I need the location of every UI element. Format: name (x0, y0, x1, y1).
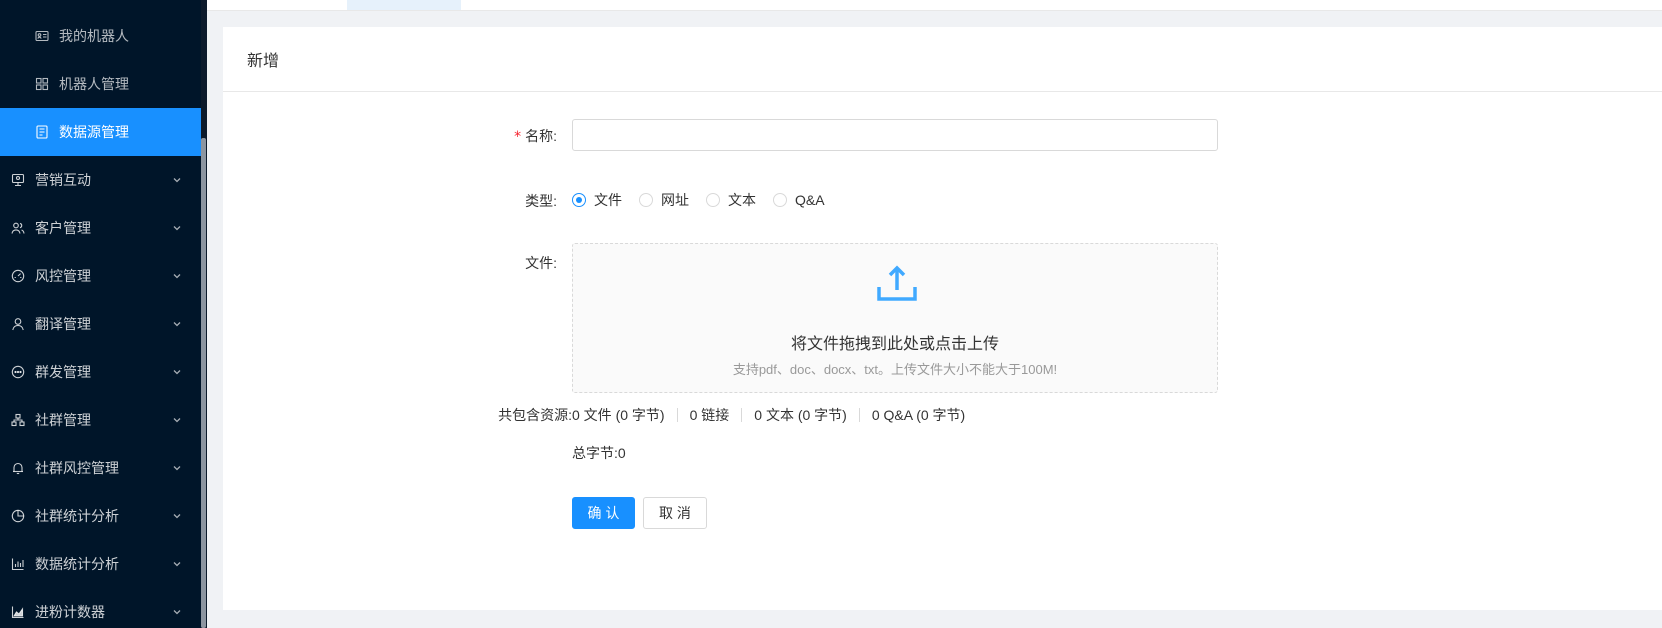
sidebar-scrollbar-thumb[interactable] (201, 138, 206, 628)
sidebar-item-label: 进粉计数器 (35, 604, 105, 620)
resource-texts: 0 文本 (0 字节) (754, 407, 847, 423)
sidebar-item-label: 我的机器人 (59, 28, 129, 44)
sidebar-item-community-risk[interactable]: 社群风控管理 (0, 444, 201, 492)
name-label-text: 名称: (525, 128, 557, 144)
sidebar-item-datasource-manage[interactable]: 数据源管理 (0, 108, 201, 156)
bell-icon (11, 461, 25, 475)
radio-circle[interactable] (706, 193, 720, 207)
user-icon (11, 317, 25, 331)
type-radio-text[interactable]: 文本 (706, 190, 756, 210)
sidebar-item-customer[interactable]: 客户管理 (0, 204, 201, 252)
type-label: 类型: (525, 193, 557, 209)
chevron-down-icon (172, 463, 182, 473)
sidebar-item-label: 翻译管理 (35, 316, 91, 332)
id-card-icon (35, 29, 49, 43)
chevron-down-icon (172, 319, 182, 329)
grid-icon (35, 77, 49, 91)
radio-label: 网址 (661, 192, 689, 208)
area-chart-icon (11, 605, 25, 619)
sidebar-item-label: 群发管理 (35, 364, 91, 380)
top-tab-bar (207, 0, 1662, 11)
resource-files: 0 文件 (0 字节) (572, 407, 665, 423)
chevron-down-icon (172, 175, 182, 185)
file-label: 文件: (525, 255, 557, 271)
sidebar-item-translation[interactable]: 翻译管理 (0, 300, 201, 348)
dashboard-icon (11, 269, 25, 283)
upload-icon (877, 265, 917, 301)
document-list-icon (35, 125, 49, 139)
confirm-button[interactable]: 确 认 (572, 497, 635, 529)
upload-text: 将文件拖拽到此处或点击上传 (790, 336, 999, 353)
bar-chart-icon (11, 557, 25, 571)
sidebar: 我的机器人 机器人管理 数据源管理 营销互动 客户管理 风控管理 翻译管理 群发… (0, 0, 201, 628)
type-radio-qa[interactable]: Q&A (773, 192, 825, 208)
sidebar-item-label: 社群风控管理 (35, 460, 119, 476)
sidebar-item-robot-manage[interactable]: 机器人管理 (0, 60, 201, 108)
sidebar-item-label: 数据统计分析 (35, 556, 119, 572)
sidebar-item-fan-counter[interactable]: 进粉计数器 (0, 588, 201, 628)
sidebar-item-risk-control[interactable]: 风控管理 (0, 252, 201, 300)
resource-qa: 0 Q&A (0 字节) (871, 407, 966, 423)
chevron-down-icon (172, 271, 182, 281)
chevron-down-icon (172, 415, 182, 425)
sidebar-item-label: 社群管理 (35, 412, 91, 428)
card-title: 新增 (247, 53, 280, 70)
resources-label: 共包含资源: (498, 407, 572, 423)
chat-bubble-icon (11, 365, 25, 379)
sidebar-item-label: 营销互动 (35, 172, 91, 188)
radio-label: 文本 (728, 192, 756, 208)
divider (858, 408, 860, 422)
radio-circle[interactable] (572, 193, 586, 207)
sidebar-item-label: 数据源管理 (59, 124, 129, 140)
chevron-down-icon (172, 511, 182, 521)
name-input[interactable] (572, 119, 1218, 151)
radio-label: Q&A (795, 192, 825, 208)
sidebar-item-my-robot[interactable]: 我的机器人 (0, 12, 201, 60)
divider (741, 408, 743, 422)
cancel-button[interactable]: 取 消 (643, 497, 707, 529)
card-header: 新增 (223, 27, 1662, 92)
sidebar-item-mass-send[interactable]: 群发管理 (0, 348, 201, 396)
chevron-down-icon (172, 559, 182, 569)
radio-circle[interactable] (639, 193, 653, 207)
sidebar-item-marketing[interactable]: 营销互动 (0, 156, 201, 204)
users-icon (11, 221, 25, 235)
monitor-icon (11, 173, 25, 187)
cluster-icon (11, 413, 25, 427)
total-bytes: 总字节:0 (572, 445, 626, 461)
chevron-down-icon (172, 223, 182, 233)
form-card: 新增 * 名称: 类型: 文件 网址 文本 Q&A 文件: 将文件拖拽到此处或点… (223, 27, 1662, 610)
sidebar-item-label: 风控管理 (35, 268, 91, 284)
sidebar-item-label: 客户管理 (35, 220, 91, 236)
sidebar-item-label: 社群统计分析 (35, 508, 119, 524)
active-tab[interactable] (347, 0, 461, 10)
required-mark: * (514, 129, 522, 145)
resource-links: 0 链接 (689, 407, 730, 423)
name-label: * 名称: (514, 126, 557, 146)
chevron-down-icon (172, 607, 182, 617)
upload-hint: 支持pdf、doc、docx、txt。上传文件大小不能大于100M! (732, 362, 1058, 377)
divider (676, 408, 678, 422)
radio-circle[interactable] (773, 193, 787, 207)
radio-label: 文件 (594, 192, 622, 208)
sidebar-item-community[interactable]: 社群管理 (0, 396, 201, 444)
type-radio-url[interactable]: 网址 (639, 190, 689, 210)
file-upload-dropzone[interactable]: 将文件拖拽到此处或点击上传 支持pdf、doc、docx、txt。上传文件大小不… (572, 243, 1218, 393)
sidebar-item-data-stats[interactable]: 数据统计分析 (0, 540, 201, 588)
pie-chart-icon (11, 509, 25, 523)
chevron-down-icon (172, 367, 182, 377)
type-radio-group: 文件 网址 文本 Q&A (572, 190, 842, 210)
resources-summary: 0 文件 (0 字节) 0 链接 0 文本 (0 字节) 0 Q&A (0 字节… (572, 405, 965, 425)
type-radio-file[interactable]: 文件 (572, 190, 622, 210)
sidebar-item-label: 机器人管理 (59, 76, 129, 92)
sidebar-menu: 我的机器人 机器人管理 数据源管理 营销互动 客户管理 风控管理 翻译管理 群发… (0, 12, 201, 628)
sidebar-item-community-stats[interactable]: 社群统计分析 (0, 492, 201, 540)
